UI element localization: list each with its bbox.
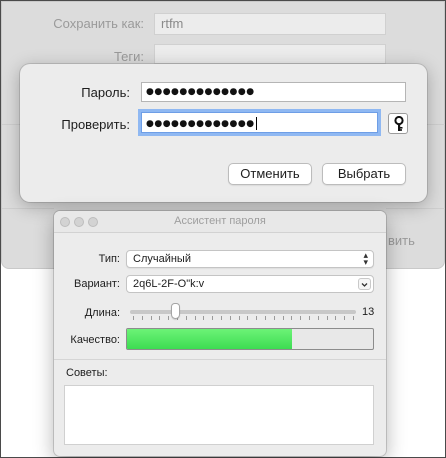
slider-tick — [203, 316, 205, 320]
slider-tick — [309, 316, 310, 320]
tags-field[interactable] — [154, 44, 386, 64]
quality-label: Качество: — [70, 334, 120, 346]
type-select-value: Случайный — [133, 253, 191, 265]
chevron-down-icon[interactable] — [358, 278, 371, 290]
password-sheet: Пароль: ●●●●●●●●●●●●● Проверить: ●●●●●●●… — [20, 64, 427, 202]
slider-tick — [317, 316, 319, 320]
divider — [427, 124, 445, 125]
tags-label: Теги: — [113, 49, 144, 64]
slider-tick — [212, 316, 214, 320]
password-assistant-button[interactable] — [388, 113, 408, 134]
verify-label: Проверить: — [61, 117, 130, 132]
length-slider-thumb[interactable] — [171, 303, 181, 319]
slider-tick — [326, 316, 328, 320]
variant-label: Вариант: — [73, 278, 120, 290]
password-field[interactable]: ●●●●●●●●●●●●● — [141, 82, 406, 102]
quality-meter — [126, 328, 374, 350]
type-select[interactable]: Случайный ▴ ▾ — [126, 250, 374, 268]
length-slider-track[interactable] — [130, 310, 356, 314]
divider — [386, 208, 445, 209]
choose-button[interactable]: Выбрать — [322, 163, 406, 185]
slider-tick — [344, 316, 346, 320]
length-label: Длина: — [84, 307, 120, 319]
verify-field-value: ●●●●●●●●●●●●● — [146, 119, 255, 129]
slider-tick — [353, 316, 354, 320]
type-label: Тип: — [98, 253, 120, 265]
slider-tick — [229, 316, 231, 320]
key-icon — [394, 116, 404, 131]
length-value: 13 — [362, 306, 375, 318]
password-assistant-window: Ассистент пароля Тип: Случайный ▴ ▾ Вариа… — [54, 211, 386, 456]
verify-field[interactable]: ●●●●●●●●●●●●● — [141, 112, 378, 133]
variant-combobox[interactable]: 2q6L-2F-O"k:v — [126, 275, 374, 293]
slider-tick — [133, 316, 134, 320]
slider-tick — [194, 316, 196, 320]
cancel-button[interactable]: Отменить — [228, 163, 312, 185]
slider-tick — [150, 316, 152, 320]
slider-tick — [185, 316, 187, 320]
tips-box — [64, 385, 374, 445]
slider-tick — [238, 316, 240, 320]
slider-tick — [256, 316, 258, 320]
password-label: Пароль: — [81, 85, 130, 100]
save-as-field[interactable]: rtfm — [154, 13, 386, 35]
quality-meter-fill — [127, 329, 292, 349]
slider-tick — [335, 316, 337, 320]
window-title: Ассистент пароля — [174, 215, 266, 227]
updown-arrows-icon: ▴ ▾ — [363, 250, 368, 267]
slider-tick — [273, 316, 275, 320]
slider-tick — [168, 316, 170, 320]
slider-tick — [221, 316, 222, 320]
text-caret — [255, 117, 257, 130]
slider-tick — [265, 316, 266, 320]
divider — [2, 124, 21, 125]
save-button-partial[interactable]: вить — [388, 233, 415, 248]
slider-tick — [282, 316, 284, 320]
slider-tick — [247, 316, 249, 320]
slider-tick — [159, 316, 161, 320]
title-bar[interactable]: Ассистент пароля — [54, 211, 386, 233]
slider-tick — [300, 316, 302, 320]
save-as-label: Сохранить как: — [53, 16, 144, 31]
divider — [54, 359, 386, 360]
divider — [2, 208, 54, 209]
tips-label: Советы: — [66, 367, 108, 379]
slider-tick — [141, 316, 143, 320]
variant-value: 2q6L-2F-O"k:v — [133, 278, 205, 290]
slider-tick — [291, 316, 293, 320]
